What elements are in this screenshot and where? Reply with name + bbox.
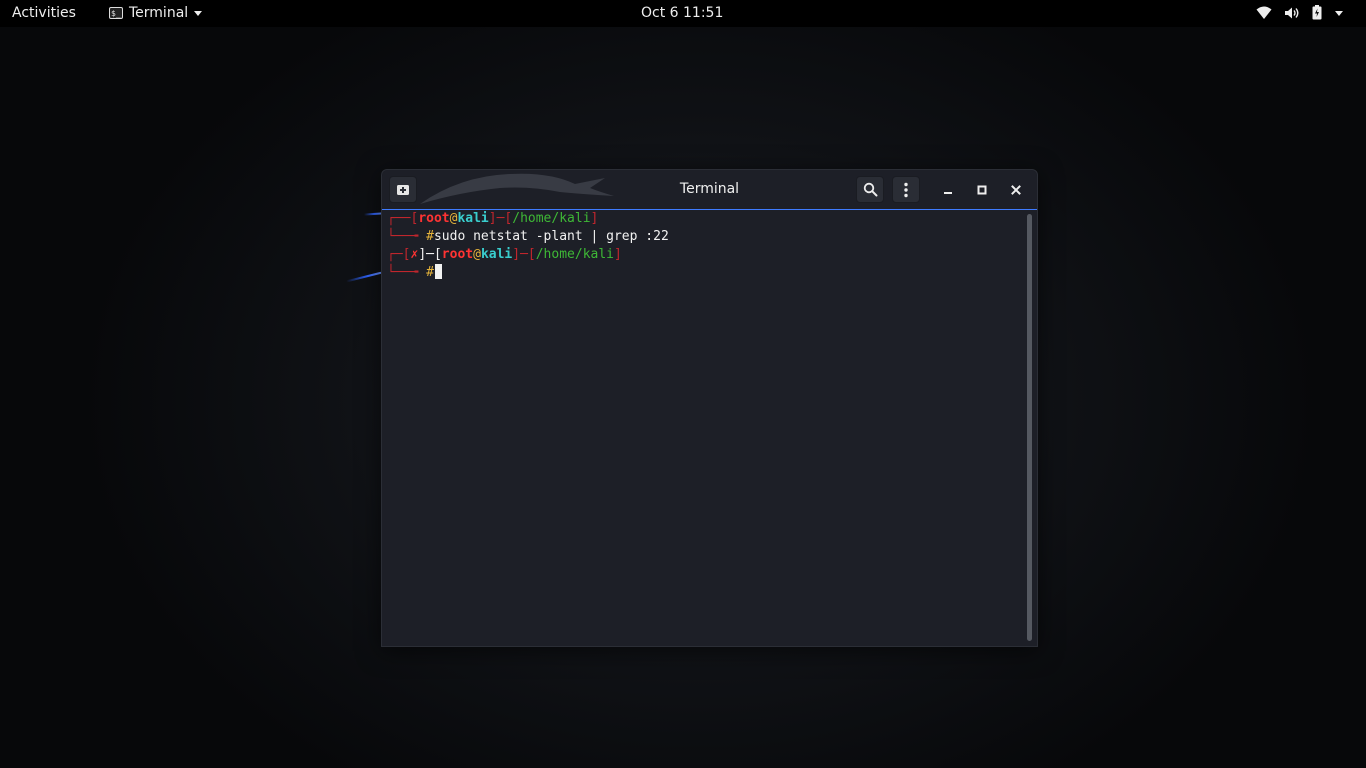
- menu-button[interactable]: [892, 176, 920, 203]
- prompt-host: kali: [457, 211, 489, 226]
- maximize-button[interactable]: [972, 180, 992, 200]
- bracket: ]: [590, 211, 599, 226]
- app-menu[interactable]: $_ Terminal: [109, 5, 203, 21]
- app-menu-label: Terminal: [129, 5, 189, 21]
- prompt-line: ┌─[✗]─[root@kali]─[/home/kali]: [387, 246, 622, 264]
- command-line: └──╼ #sudo netstat -plant | grep :22: [387, 228, 669, 246]
- prompt-path: /home/kali: [535, 247, 615, 262]
- prompt-path: /home/kali: [512, 211, 591, 226]
- minimize-icon: [944, 192, 952, 194]
- prompt-corner: ┌──: [387, 211, 411, 226]
- desktop-background: Activities $_ Terminal Oct 6 11:51 Termi…: [0, 0, 1366, 768]
- input-line[interactable]: └──╼ #: [387, 264, 442, 282]
- clock[interactable]: Oct 6 11:51: [641, 5, 723, 21]
- chevron-down-icon: [194, 11, 203, 16]
- power-menu-caret-icon: [1334, 9, 1344, 17]
- bracket: [: [433, 247, 442, 262]
- prompt-hash: #: [426, 265, 434, 280]
- prompt-line: ┌──[root@kali]─[/home/kali]: [387, 210, 598, 228]
- search-button[interactable]: [856, 176, 884, 203]
- search-icon: [863, 182, 877, 197]
- prompt-dash: ─: [426, 247, 434, 262]
- bracket: ]: [418, 247, 427, 262]
- terminal-app-icon: $_: [109, 7, 123, 19]
- battery-icon: [1312, 5, 1322, 20]
- menu-kebab-icon: [904, 182, 908, 197]
- bracket: ]: [614, 247, 622, 262]
- bracket: ]: [488, 211, 497, 226]
- wallpaper-streak: [363, 212, 383, 216]
- text-cursor: [434, 264, 442, 279]
- bracket: ]: [512, 247, 521, 262]
- terminal-window: Terminal ┌──[root@kali]─[/home/kali] └──…: [381, 169, 1038, 647]
- minimize-button[interactable]: [938, 180, 958, 200]
- prompt-user: root: [441, 247, 474, 262]
- prompt-user: root: [418, 211, 450, 226]
- prompt-corner: └──╼: [387, 265, 427, 280]
- prompt-corner: ┌─: [387, 247, 403, 262]
- terminal-output[interactable]: ┌──[root@kali]─[/home/kali] └──╼ #sudo n…: [382, 210, 1027, 646]
- maximize-icon: [977, 185, 987, 195]
- prompt-at: @: [473, 247, 481, 262]
- kali-dragon-watermark: [420, 173, 614, 204]
- close-button[interactable]: [1006, 180, 1026, 200]
- command-text: sudo netstat -plant | grep :22: [433, 229, 669, 244]
- activities-button[interactable]: Activities: [12, 5, 76, 21]
- prompt-hash: #: [426, 229, 434, 244]
- wifi-icon: [1256, 6, 1272, 20]
- prompt-corner: └──╼: [387, 229, 427, 244]
- top-bar: Activities $_ Terminal Oct 6 11:51: [0, 0, 1366, 27]
- close-icon: [1011, 185, 1021, 195]
- system-tray[interactable]: [1256, 5, 1344, 20]
- prompt-dash: ─: [520, 247, 528, 262]
- scrollbar[interactable]: [1027, 214, 1032, 641]
- bracket: [: [527, 247, 536, 262]
- prompt-host: kali: [480, 247, 513, 262]
- volume-icon: [1284, 6, 1300, 20]
- wallpaper-streak: [346, 271, 382, 283]
